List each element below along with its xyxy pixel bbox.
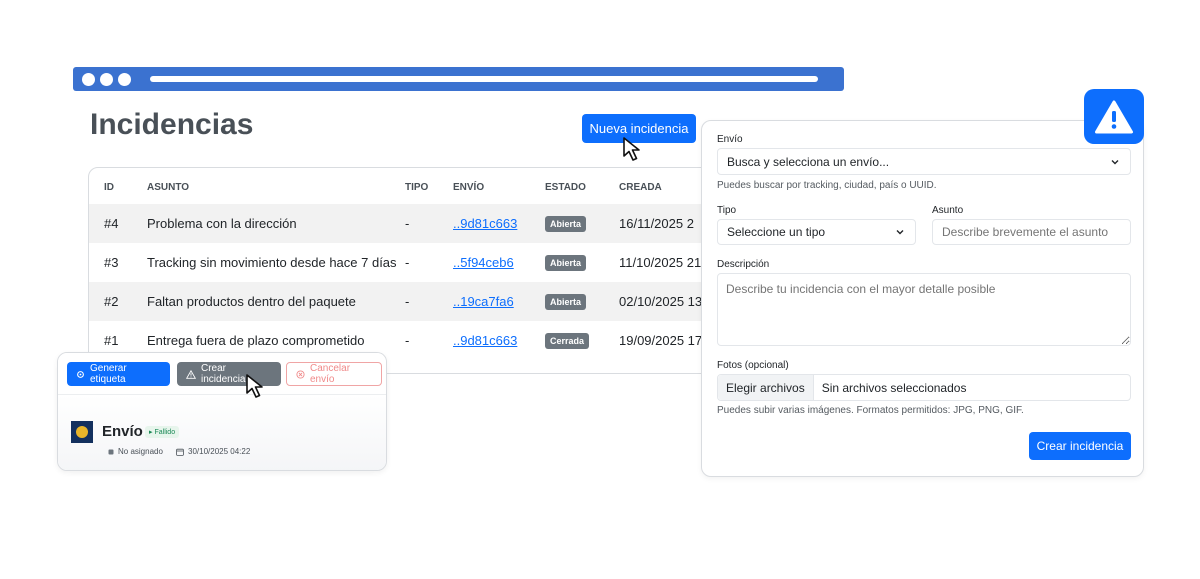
cell-estado: Abierta [545,204,619,243]
cancel-circle-icon [296,369,305,379]
cell-id: #4 [89,204,147,243]
shipment-card: Generar etiqueta Crear incidencia Cancel… [57,352,387,471]
cell-envio: ..9d81c663 [453,204,545,243]
assignee-text: No asignado [118,447,163,456]
status-badge: Abierta [545,216,587,232]
cell-id: #3 [104,255,119,270]
envio-link[interactable]: ..5f94ceb6 [453,255,514,270]
envio-link[interactable]: ..9d81c663 [453,216,517,231]
cell-envio: ..19ca7fa6 [453,282,545,321]
shipment-title: Envío [102,423,143,440]
asunto-label: Asunto [932,205,964,216]
cell-estado: Cerrada [545,321,619,360]
cell-asunto: Faltan productos dentro del paquete [147,282,405,321]
user-dot-icon [108,449,114,454]
cancel-shipment-button[interactable]: Cancelar envío [286,362,382,386]
incidents-table: ID ASUNTO TIPO ENVÍO ESTADO CREADA #4 Pr… [89,168,727,360]
warning-icon [1095,100,1133,133]
shipment-status-text: Fallido [154,429,176,436]
table-row[interactable]: #3 Tracking sin movimiento desde hace 7 … [89,243,727,282]
table-row[interactable]: #4 Problema con la dirección - ..9d81c66… [89,204,727,243]
calendar-icon [176,448,184,456]
cursor-arrow-icon [623,137,640,161]
generate-label-button[interactable]: Generar etiqueta [67,362,170,386]
descripcion-label: Descripción [717,259,770,270]
asunto-input[interactable] [932,219,1131,245]
tipo-select[interactable]: Seleccione un tipo [717,219,916,245]
warning-icon [186,369,196,379]
window-dot-icon [118,73,131,86]
generate-label-text: Generar etiqueta [90,363,127,385]
date-text: 30/10/2025 04:22 [188,447,251,456]
shipment-date: 30/10/2025 04:22 [176,447,250,456]
carrier-logo [71,421,93,443]
shipment-toolbar: Generar etiqueta Crear incidencia Cancel… [58,353,386,395]
cell-estado: Abierta [545,282,619,321]
table-row[interactable]: #2 Faltan productos dentro del paquete -… [89,282,727,321]
cell-envio: ..9d81c663 [453,321,545,360]
envio-link[interactable]: ..19ca7fa6 [453,294,514,309]
envio-select[interactable]: Busca y selecciona un envío... [717,148,1131,175]
file-status-text: Sin archivos seleccionados [821,380,967,395]
cell-tipo: - [405,204,453,243]
window-dot-icon [100,73,113,86]
status-badge: Abierta [545,294,587,310]
descripcion-textarea[interactable] [717,273,1131,346]
fotos-file-input[interactable]: Elegir archivos Sin archivos seleccionad… [717,374,1131,401]
chevron-down-icon [1111,159,1119,164]
carrier-logo-mark [76,426,88,438]
cell-id: #2 [89,282,147,321]
choose-files-button[interactable]: Elegir archivos [718,375,814,400]
envio-select-value: Busca y selecciona un envío... [727,154,890,169]
fotos-label: Fotos (opcional) [717,360,789,371]
cell-asunto: Tracking sin movimiento desde hace 7 día… [147,255,397,270]
tipo-select-value: Seleccione un tipo [727,225,826,239]
cursor-arrow-icon [246,374,263,398]
address-bar[interactable] [150,76,818,82]
header-tipo: TIPO [405,181,429,193]
chevron-down-icon [896,230,904,235]
cell-tipo: - [405,333,410,348]
cell-estado: Abierta [545,243,619,282]
page-title: Incidencias [90,108,254,141]
header-id: ID [104,181,114,193]
header-estado: ESTADO [545,181,586,193]
header-envio: ENVÍO [453,181,485,193]
browser-bar [73,67,844,91]
incidents-table-card: ID ASUNTO TIPO ENVÍO ESTADO CREADA #4 Pr… [88,167,728,374]
envio-label: Envío [717,134,743,145]
tipo-label: Tipo [717,205,737,216]
cell-asunto: Problema con la dirección [147,204,405,243]
envio-link[interactable]: ..9d81c663 [453,333,517,348]
status-badge: Cerrada [545,333,590,349]
header-asunto: ASUNTO [147,181,190,193]
shipment-assignee: No asignado [108,447,163,456]
cell-tipo: - [405,255,410,270]
shipment-status-badge: ▸ Fallido [145,426,180,438]
status-badge: Abierta [545,255,587,271]
window-dot-icon [82,73,95,86]
envio-help: Puedes buscar por tracking, ciudad, país… [717,180,937,191]
cell-tipo: - [405,282,453,321]
cancel-shipment-text: Cancelar envío [310,363,351,385]
table-header-row: ID ASUNTO TIPO ENVÍO ESTADO CREADA [89,168,727,204]
gear-icon [77,370,84,378]
cell-envio: ..5f94ceb6 [453,243,545,282]
submit-incident-button[interactable]: Crear incidencia [1029,432,1131,460]
fotos-help: Puedes subir varias imágenes. Formatos p… [717,405,1024,416]
alert-badge [1084,89,1144,144]
